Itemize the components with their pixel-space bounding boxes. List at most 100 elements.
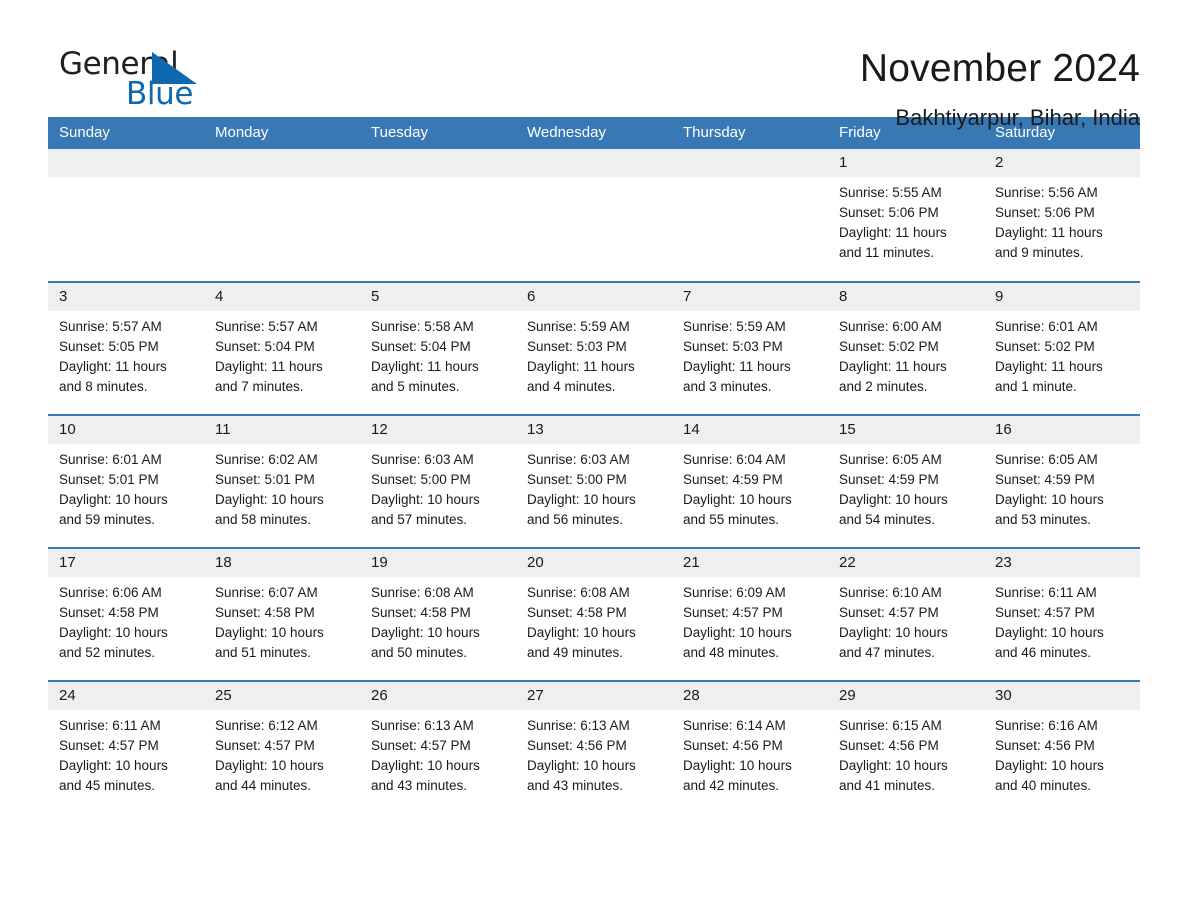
- calendar-day-cell[interactable]: 13 Sunrise: 6:03 AM Sunset: 5:00 PM Dayligh…: [516, 414, 672, 548]
- sunset-text: Sunset: 5:04 PM: [215, 339, 315, 354]
- calendar-day-cell[interactable]: 18 Sunrise: 6:07 AM Sunset: 4:58 PM Dayligh…: [204, 547, 360, 681]
- day-number: [204, 149, 360, 177]
- day-details: Sunrise: 6:02 AM Sunset: 5:01 PM Daylight:…: [204, 444, 360, 530]
- sunrise-text: Sunrise: 6:06 AM: [59, 585, 162, 600]
- calendar-day-cell[interactable]: 15 Sunrise: 6:05 AM Sunset: 4:59 PM Dayligh…: [828, 414, 984, 548]
- calendar-day-cell[interactable]: 29 Sunrise: 6:15 AM Sunset: 4:56 PM Dayligh…: [828, 680, 984, 814]
- calendar-week-row: 24 Sunrise: 6:11 AM Sunset: 4:57 PM Dayligh…: [48, 680, 1140, 814]
- day-details: Sunrise: 5:55 AM Sunset: 5:06 PM Daylight:…: [828, 177, 984, 263]
- daylight-text-line2: and 43 minutes.: [527, 778, 624, 793]
- day-number: 17: [48, 549, 204, 577]
- sunset-text: Sunset: 4:57 PM: [683, 605, 783, 620]
- sunrise-text: Sunrise: 5:57 AM: [59, 319, 162, 334]
- daylight-text-line2: and 9 minutes.: [995, 245, 1084, 260]
- day-details: Sunrise: 6:11 AM Sunset: 4:57 PM Daylight:…: [48, 710, 204, 796]
- sunset-text: Sunset: 4:56 PM: [839, 738, 939, 753]
- calendar-day-cell-empty: [672, 149, 828, 282]
- day-details: Sunrise: 6:01 AM Sunset: 5:02 PM Daylight:…: [984, 311, 1140, 397]
- calendar-day-cell[interactable]: 5 Sunrise: 5:58 AM Sunset: 5:04 PM Daylight…: [360, 281, 516, 415]
- day-number: 3: [48, 283, 204, 311]
- calendar-day-cell[interactable]: 8 Sunrise: 6:00 AM Sunset: 5:02 PM Daylight…: [828, 281, 984, 415]
- daylight-text-line1: Daylight: 10 hours: [995, 625, 1104, 640]
- calendar-day-cell[interactable]: 14 Sunrise: 6:04 AM Sunset: 4:59 PM Dayligh…: [672, 414, 828, 548]
- day-details: Sunrise: 6:07 AM Sunset: 4:58 PM Daylight:…: [204, 577, 360, 663]
- day-details: Sunrise: 5:57 AM Sunset: 5:05 PM Daylight:…: [48, 311, 204, 397]
- sunrise-text: Sunrise: 6:00 AM: [839, 319, 942, 334]
- calendar-day-cell[interactable]: 11 Sunrise: 6:02 AM Sunset: 5:01 PM Dayligh…: [204, 414, 360, 548]
- calendar-day-cell[interactable]: 1 Sunrise: 5:55 AM Sunset: 5:06 PM Daylight…: [828, 149, 984, 282]
- calendar-day-cell[interactable]: 23 Sunrise: 6:11 AM Sunset: 4:57 PM Dayligh…: [984, 547, 1140, 681]
- day-details: Sunrise: 6:00 AM Sunset: 5:02 PM Daylight:…: [828, 311, 984, 397]
- calendar-day-cell[interactable]: 25 Sunrise: 6:12 AM Sunset: 4:57 PM Dayligh…: [204, 680, 360, 814]
- calendar-day-cell[interactable]: 27 Sunrise: 6:13 AM Sunset: 4:56 PM Dayligh…: [516, 680, 672, 814]
- sunrise-text: Sunrise: 6:15 AM: [839, 718, 942, 733]
- sunset-text: Sunset: 5:04 PM: [371, 339, 471, 354]
- sunset-text: Sunset: 4:58 PM: [215, 605, 315, 620]
- daylight-text-line2: and 40 minutes.: [995, 778, 1092, 793]
- calendar-day-cell[interactable]: 19 Sunrise: 6:08 AM Sunset: 4:58 PM Dayligh…: [360, 547, 516, 681]
- calendar-day-cell[interactable]: 9 Sunrise: 6:01 AM Sunset: 5:02 PM Daylight…: [984, 281, 1140, 415]
- day-details: Sunrise: 6:03 AM Sunset: 5:00 PM Daylight:…: [516, 444, 672, 530]
- sunset-text: Sunset: 5:03 PM: [527, 339, 627, 354]
- day-details: Sunrise: 6:08 AM Sunset: 4:58 PM Daylight:…: [360, 577, 516, 663]
- calendar-day-cell[interactable]: 16 Sunrise: 6:05 AM Sunset: 4:59 PM Dayligh…: [984, 414, 1140, 548]
- calendar-day-cell[interactable]: 10 Sunrise: 6:01 AM Sunset: 5:01 PM Dayligh…: [48, 414, 204, 548]
- daylight-text-line1: Daylight: 10 hours: [527, 492, 636, 507]
- daylight-text-line1: Daylight: 11 hours: [839, 225, 947, 240]
- calendar-day-cell[interactable]: 4 Sunrise: 5:57 AM Sunset: 5:04 PM Daylight…: [204, 281, 360, 415]
- calendar-day-cell[interactable]: 3 Sunrise: 5:57 AM Sunset: 5:05 PM Daylight…: [48, 281, 204, 415]
- daylight-text-line1: Daylight: 11 hours: [371, 359, 479, 374]
- calendar-day-cell[interactable]: 6 Sunrise: 5:59 AM Sunset: 5:03 PM Daylight…: [516, 281, 672, 415]
- calendar-body: 1 Sunrise: 5:55 AM Sunset: 5:06 PM Daylight…: [48, 149, 1140, 814]
- calendar-day-cell[interactable]: 30 Sunrise: 6:16 AM Sunset: 4:56 PM Dayligh…: [984, 680, 1140, 814]
- calendar-day-cell-empty: [516, 149, 672, 282]
- daylight-text-line1: Daylight: 10 hours: [683, 492, 792, 507]
- calendar-day-cell[interactable]: 17 Sunrise: 6:06 AM Sunset: 4:58 PM Dayligh…: [48, 547, 204, 681]
- daylight-text-line1: Daylight: 10 hours: [371, 758, 480, 773]
- daylight-text-line1: Daylight: 10 hours: [839, 758, 948, 773]
- day-number: 11: [204, 416, 360, 444]
- general-blue-logo[interactable]: General Blue: [48, 46, 238, 116]
- day-number: 14: [672, 416, 828, 444]
- sunrise-text: Sunrise: 6:01 AM: [995, 319, 1098, 334]
- day-details: Sunrise: 5:56 AM Sunset: 5:06 PM Daylight:…: [984, 177, 1140, 263]
- sunrise-text: Sunrise: 5:59 AM: [683, 319, 786, 334]
- calendar-day-cell[interactable]: 24 Sunrise: 6:11 AM Sunset: 4:57 PM Dayligh…: [48, 680, 204, 814]
- daylight-text-line1: Daylight: 10 hours: [215, 492, 324, 507]
- day-number: 16: [984, 416, 1140, 444]
- calendar-day-cell[interactable]: 26 Sunrise: 6:13 AM Sunset: 4:57 PM Dayligh…: [360, 680, 516, 814]
- sunset-text: Sunset: 5:03 PM: [683, 339, 783, 354]
- calendar-day-cell[interactable]: 12 Sunrise: 6:03 AM Sunset: 5:00 PM Dayligh…: [360, 414, 516, 548]
- calendar-day-cell[interactable]: 7 Sunrise: 5:59 AM Sunset: 5:03 PM Daylight…: [672, 281, 828, 415]
- day-number: 28: [672, 682, 828, 710]
- sunset-text: Sunset: 5:01 PM: [215, 472, 315, 487]
- daylight-text-line2: and 47 minutes.: [839, 645, 936, 660]
- day-details: Sunrise: 6:09 AM Sunset: 4:57 PM Daylight:…: [672, 577, 828, 663]
- sunrise-sunset-calendar: Sunday Monday Tuesday Wednesday Thursday…: [48, 117, 1140, 814]
- sunset-text: Sunset: 4:56 PM: [995, 738, 1095, 753]
- logo-text-blue: Blue: [126, 76, 193, 112]
- sunrise-text: Sunrise: 6:10 AM: [839, 585, 942, 600]
- day-details: Sunrise: 6:10 AM Sunset: 4:57 PM Daylight:…: [828, 577, 984, 663]
- day-details: Sunrise: 6:15 AM Sunset: 4:56 PM Daylight:…: [828, 710, 984, 796]
- calendar-week-row: 3 Sunrise: 5:57 AM Sunset: 5:05 PM Daylight…: [48, 281, 1140, 415]
- sunset-text: Sunset: 5:00 PM: [527, 472, 627, 487]
- sunrise-text: Sunrise: 6:16 AM: [995, 718, 1098, 733]
- calendar-day-cell[interactable]: 20 Sunrise: 6:08 AM Sunset: 4:58 PM Dayligh…: [516, 547, 672, 681]
- sunrise-text: Sunrise: 6:11 AM: [59, 718, 161, 733]
- calendar-day-cell[interactable]: 2 Sunrise: 5:56 AM Sunset: 5:06 PM Daylight…: [984, 149, 1140, 282]
- sunset-text: Sunset: 4:56 PM: [683, 738, 783, 753]
- calendar-day-cell[interactable]: 22 Sunrise: 6:10 AM Sunset: 4:57 PM Dayligh…: [828, 547, 984, 681]
- daylight-text-line1: Daylight: 10 hours: [59, 492, 168, 507]
- sunrise-text: Sunrise: 6:14 AM: [683, 718, 786, 733]
- daylight-text-line2: and 48 minutes.: [683, 645, 780, 660]
- daylight-text-line1: Daylight: 10 hours: [683, 625, 792, 640]
- day-number: 22: [828, 549, 984, 577]
- title-block: November 2024 Bakhtiyarpur, Bihar, India: [860, 46, 1140, 131]
- day-number: 15: [828, 416, 984, 444]
- daylight-text-line2: and 7 minutes.: [215, 379, 304, 394]
- sunrise-text: Sunrise: 6:11 AM: [995, 585, 1097, 600]
- calendar-day-cell[interactable]: 28 Sunrise: 6:14 AM Sunset: 4:56 PM Dayligh…: [672, 680, 828, 814]
- calendar-day-cell[interactable]: 21 Sunrise: 6:09 AM Sunset: 4:57 PM Dayligh…: [672, 547, 828, 681]
- daylight-text-line2: and 57 minutes.: [371, 512, 468, 527]
